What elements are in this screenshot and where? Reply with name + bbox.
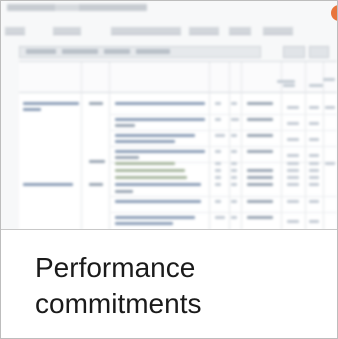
report-title-placeholder	[7, 4, 147, 11]
table-header	[19, 62, 337, 93]
filter-field	[189, 27, 219, 35]
tile-caption-area[interactable]: Performance commitments	[1, 229, 337, 338]
filter-bar	[5, 21, 335, 41]
view-tabs	[19, 46, 261, 58]
filter-field	[5, 27, 25, 35]
tile-card[interactable]: Performance commitments	[0, 0, 338, 339]
data-table	[19, 61, 337, 229]
filter-field	[229, 27, 251, 35]
report-preview-thumbnail	[1, 1, 337, 229]
filter-field	[53, 27, 81, 35]
filter-field	[111, 27, 181, 35]
blurred-report-content	[1, 1, 337, 229]
toolbar-buttons	[283, 46, 333, 58]
tile-title: Performance commitments	[35, 252, 202, 319]
filter-field	[263, 27, 293, 35]
